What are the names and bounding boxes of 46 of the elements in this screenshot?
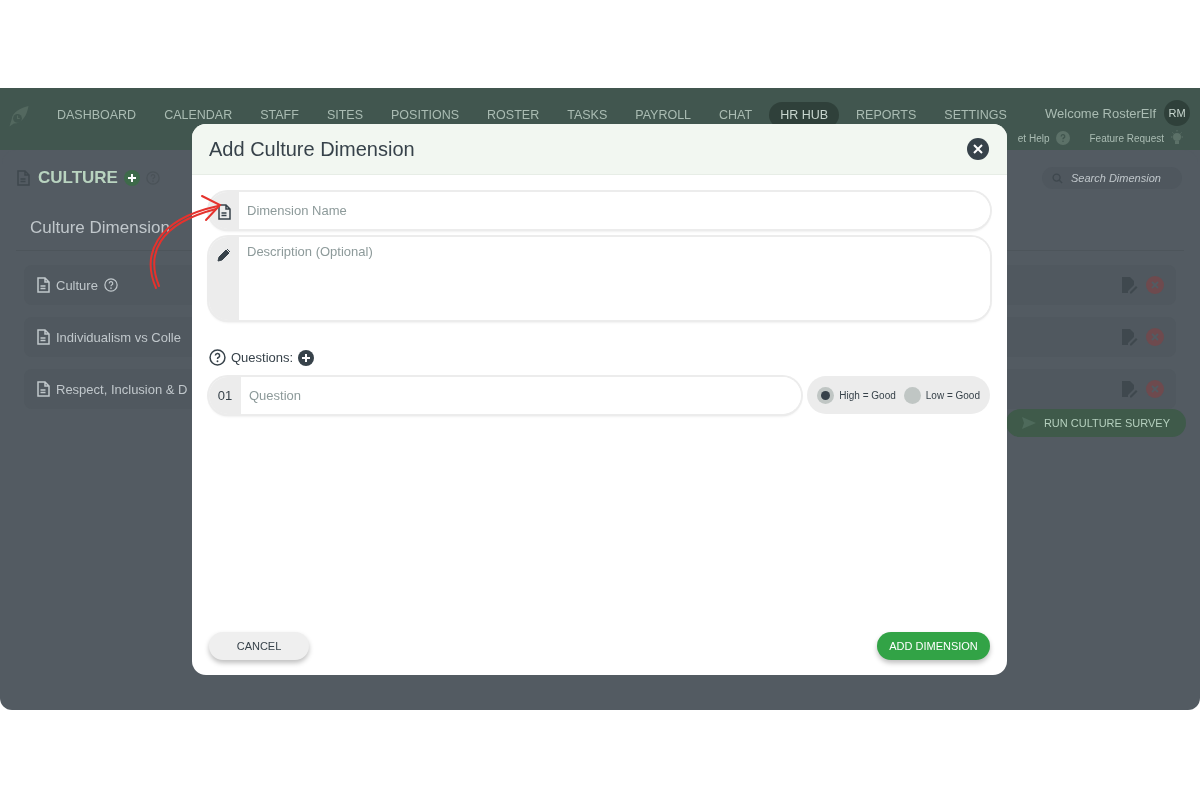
nav-tab[interactable]: CALENDAR [153,102,244,128]
dimension-name: Culture [56,277,98,293]
help-link[interactable]: et Help [1017,132,1050,144]
nav-tab[interactable]: REPORTS [845,102,928,128]
radio-button[interactable] [903,386,921,404]
dimension-name: Respect, Inclusion & D [56,381,188,397]
nav-tab[interactable]: SETTINGS [933,102,1018,128]
feature-request-link[interactable]: Feature Request [1089,132,1164,144]
delete-icon[interactable] [1146,276,1164,294]
rating-option[interactable]: High = Good [817,386,896,404]
add-icon[interactable] [123,170,140,186]
document-icon [36,381,50,397]
close-icon [973,144,983,154]
nav-tab[interactable]: POSITIONS [380,102,471,128]
nav-tab[interactable]: PAYROLL [624,102,703,128]
delete-icon[interactable] [1146,328,1164,346]
welcome-text: Welcome RosterElf [1045,105,1156,121]
user-avatar[interactable]: RM [1164,100,1190,126]
add-question-icon[interactable] [298,349,315,366]
nav-tab[interactable]: DASHBOARD [45,102,148,128]
help-icon [209,349,226,366]
add-dimension-button[interactable]: ADD DIMENSION [877,632,990,660]
dimension-name: Individualism vs Colle [56,329,181,345]
questions-label: Questions: [231,350,294,365]
lightbulb-icon [1170,130,1184,146]
page-title: CULTURE [38,168,118,188]
help-icon [1055,131,1070,145]
pencil-icon [217,248,231,262]
nav-tab[interactable]: TASKS [556,102,619,128]
run-survey-button[interactable]: RUN CULTURE SURVEY [1005,409,1186,437]
delete-icon[interactable] [1146,380,1164,398]
radio-button[interactable] [817,386,835,404]
section-heading: Culture Dimension [30,218,170,237]
cancel-button[interactable]: CANCEL [209,632,309,660]
nav-tab[interactable]: CHAT [708,102,764,128]
search-field[interactable]: Search Dimension [1042,167,1182,189]
document-icon [36,329,50,345]
close-button[interactable] [967,138,989,160]
document-icon [36,277,50,293]
nav-tab[interactable]: STAFF [249,102,310,128]
rating-option[interactable]: Low = Good [903,386,980,404]
document-icon [217,204,231,220]
question-number: 01 [209,376,241,414]
nav-tab[interactable]: ROSTER [476,102,551,128]
dialog-title: Add Culture Dimension [209,137,416,161]
nav-tab[interactable]: SITES [315,102,374,128]
